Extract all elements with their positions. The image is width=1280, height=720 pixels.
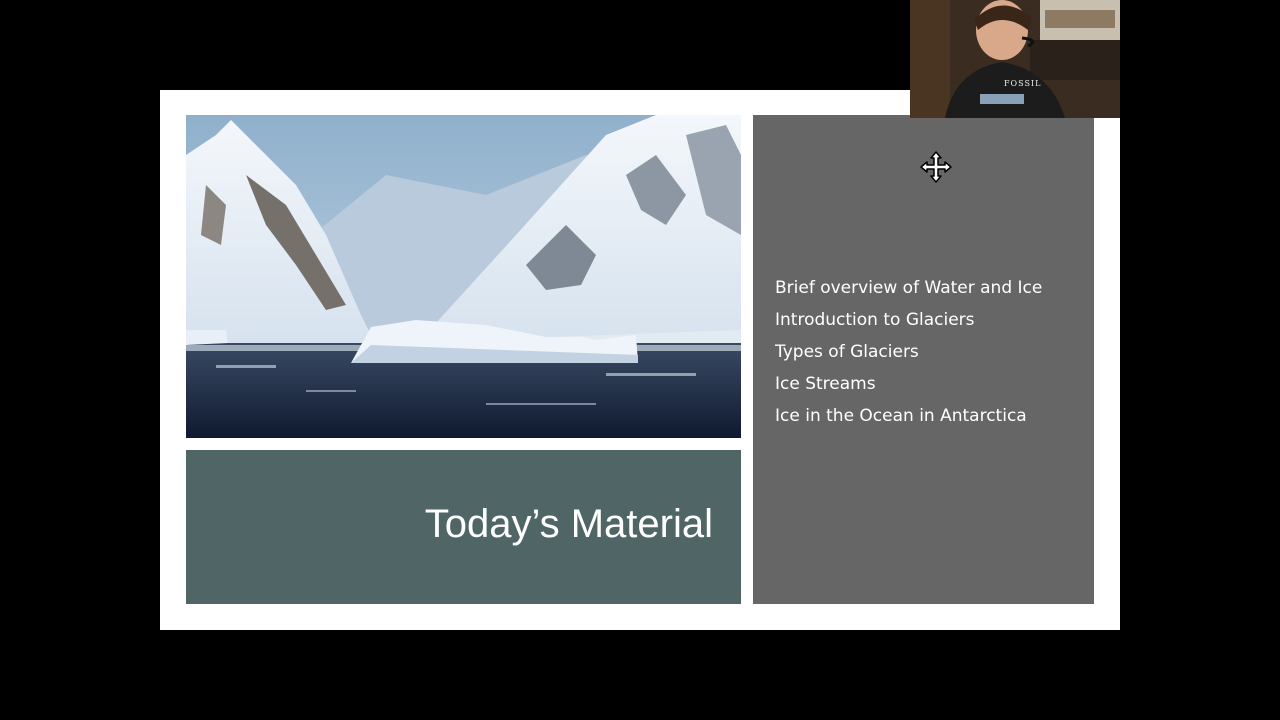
- agenda-item: Ice Streams: [775, 374, 876, 394]
- agenda-item: Introduction to Glaciers: [775, 310, 975, 330]
- title-box: Today’s Material: [186, 450, 741, 604]
- shirt-text: FOSSIL: [1004, 79, 1042, 88]
- agenda-list: Brief overview of Water and Ice Introduc…: [775, 272, 1042, 432]
- move-cursor-icon: [920, 151, 952, 183]
- agenda-item: Types of Glaciers: [775, 342, 919, 362]
- presentation-slide: Today’s Material Brief overview of Water…: [160, 90, 1120, 630]
- antarctic-glacier-photo: [186, 115, 741, 438]
- agenda-item: Ice in the Ocean in Antarctica: [775, 406, 1027, 426]
- slide-title: Today’s Material: [424, 502, 713, 546]
- webcam-overlay: FOSSIL: [910, 0, 1120, 118]
- agenda-item: Brief overview of Water and Ice: [775, 278, 1043, 298]
- agenda-panel: Brief overview of Water and Ice Introduc…: [753, 115, 1094, 604]
